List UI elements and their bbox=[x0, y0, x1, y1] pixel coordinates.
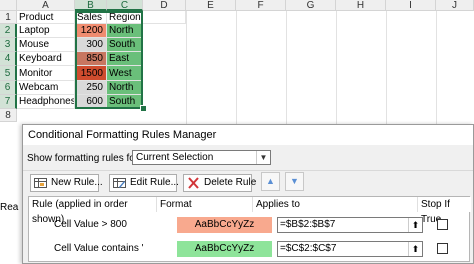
show-rules-select[interactable]: Current Selection ▼ bbox=[132, 150, 271, 165]
cell-product[interactable]: Keyboard bbox=[17, 52, 75, 66]
new-rule-button[interactable]: New Rule... bbox=[30, 174, 103, 192]
cell-product[interactable]: Webcam bbox=[17, 81, 75, 95]
gridline bbox=[236, 11, 237, 131]
column-applies-header: Applies to bbox=[253, 197, 418, 212]
column-header-h[interactable]: H bbox=[336, 0, 386, 11]
delete-x-icon bbox=[188, 177, 199, 189]
applies-to-value: =$B$2:$B$7 bbox=[280, 219, 336, 230]
column-format-header: Format bbox=[157, 197, 253, 212]
row-header-5[interactable]: 5 bbox=[0, 66, 17, 81]
gridline bbox=[286, 11, 287, 131]
cell-sales[interactable]: 1500 bbox=[75, 66, 107, 81]
arrow-down-icon: ▼ bbox=[290, 176, 299, 186]
gridline bbox=[436, 11, 437, 131]
delete-rule-button[interactable]: Delete Rule bbox=[183, 174, 256, 192]
stop-if-true-checkbox[interactable] bbox=[437, 243, 448, 254]
rule-row[interactable]: Cell Value > 800 AaBbCcYyZz =$B$2:$B$7 ⬆ bbox=[29, 213, 469, 237]
dialog-title: Conditional Formatting Rules Manager bbox=[23, 125, 473, 145]
column-stop-header: Stop If True bbox=[418, 197, 471, 225]
gridline bbox=[186, 11, 187, 131]
row-header-2[interactable]: 2 bbox=[0, 24, 17, 38]
cell-sales[interactable]: 1200 bbox=[75, 24, 107, 38]
column-header-a[interactable]: A bbox=[17, 0, 75, 11]
row-header-8[interactable]: 8 bbox=[0, 109, 17, 122]
column-header-j[interactable]: J bbox=[436, 0, 474, 11]
sheet-tab-partial[interactable]: Rea bbox=[0, 202, 22, 213]
cell-d1[interactable] bbox=[143, 11, 186, 24]
select-all-corner[interactable] bbox=[0, 0, 17, 11]
format-preview: AaBbCcYyZz bbox=[177, 241, 272, 257]
divider bbox=[23, 170, 473, 171]
cell-sales[interactable]: 850 bbox=[75, 52, 107, 66]
row-header-4[interactable]: 4 bbox=[0, 52, 17, 66]
cell-sales[interactable]: 300 bbox=[75, 38, 107, 52]
show-rules-label: Show formatting rules for: bbox=[27, 153, 141, 164]
column-header-g[interactable]: G bbox=[286, 0, 336, 11]
cell-product[interactable]: Headphones bbox=[17, 95, 75, 109]
new-rule-label: New Rule... bbox=[51, 177, 103, 188]
cell-product[interactable]: Mouse bbox=[17, 38, 75, 52]
cell-product[interactable]: Laptop bbox=[17, 24, 75, 38]
move-down-button[interactable]: ▼ bbox=[285, 172, 304, 191]
applies-to-field[interactable]: =$C$2:$C$7 ⬆ bbox=[277, 241, 423, 257]
row-header-3[interactable]: 3 bbox=[0, 38, 17, 52]
column-header-i[interactable]: I bbox=[386, 0, 436, 11]
cell-sales[interactable]: 250 bbox=[75, 81, 107, 95]
row-header-6[interactable]: 6 bbox=[0, 81, 17, 95]
row-header-7[interactable]: 7 bbox=[0, 95, 17, 109]
edit-rule-icon bbox=[113, 178, 126, 188]
row-header-1[interactable]: 1 bbox=[0, 11, 17, 24]
column-header-f[interactable]: F bbox=[236, 0, 286, 11]
column-header-c[interactable]: C bbox=[107, 0, 143, 11]
applies-to-field[interactable]: =$B$2:$B$7 ⬆ bbox=[277, 217, 423, 233]
rule-name: Cell Value > 800 bbox=[54, 219, 127, 230]
cell-region[interactable]: South bbox=[107, 95, 143, 109]
format-preview: AaBbCcYyZz bbox=[177, 217, 272, 233]
cell-region[interactable]: North bbox=[107, 24, 143, 38]
cell-c1[interactable]: Region bbox=[107, 11, 143, 24]
column-header-b[interactable]: B bbox=[75, 0, 107, 11]
cell-sales[interactable]: 600 bbox=[75, 95, 107, 109]
cell-region[interactable]: North bbox=[107, 81, 143, 95]
show-rules-value: Current Selection bbox=[136, 152, 214, 163]
new-rule-icon bbox=[34, 178, 47, 188]
edit-rule-button[interactable]: Edit Rule... bbox=[109, 174, 179, 192]
rule-name: Cell Value contains ' bbox=[54, 243, 144, 254]
cell-region[interactable]: South bbox=[107, 38, 143, 52]
cell-region[interactable]: East bbox=[107, 52, 143, 66]
gridline bbox=[336, 11, 337, 131]
cell-b1[interactable]: Sales bbox=[75, 11, 107, 24]
delete-rule-label: Delete Rule bbox=[204, 177, 257, 188]
collapse-range-icon[interactable]: ⬆ bbox=[408, 242, 422, 256]
arrow-up-icon: ▲ bbox=[266, 176, 275, 186]
chevron-down-icon[interactable]: ▼ bbox=[256, 151, 270, 164]
rules-table: Rule (applied in order shown) Format App… bbox=[28, 196, 471, 262]
cell-product[interactable]: Monitor bbox=[17, 66, 75, 81]
rule-row[interactable]: Cell Value contains ' AaBbCcYyZz =$C$2:$… bbox=[29, 237, 469, 261]
fill-handle[interactable] bbox=[140, 105, 147, 112]
applies-to-value: =$C$2:$C$7 bbox=[280, 243, 337, 254]
column-header-d[interactable]: D bbox=[143, 0, 186, 11]
column-rule-header: Rule (applied in order shown) bbox=[29, 197, 157, 225]
conditional-formatting-dialog: Conditional Formatting Rules Manager Sho… bbox=[22, 124, 474, 264]
stop-if-true-checkbox[interactable] bbox=[437, 219, 448, 230]
cell-a1[interactable]: Product bbox=[17, 11, 75, 24]
move-up-button[interactable]: ▲ bbox=[261, 172, 280, 191]
column-header-e[interactable]: E bbox=[186, 0, 236, 11]
edit-rule-label: Edit Rule... bbox=[130, 177, 179, 188]
cell-region[interactable]: West bbox=[107, 66, 143, 81]
collapse-range-icon[interactable]: ⬆ bbox=[408, 218, 422, 232]
gridline bbox=[386, 11, 387, 131]
